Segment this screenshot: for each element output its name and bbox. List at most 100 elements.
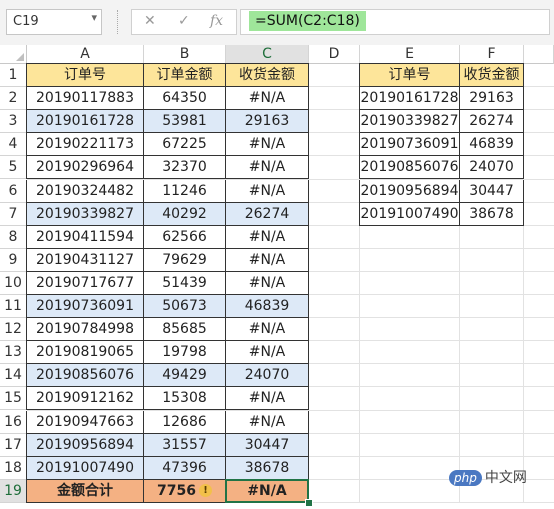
- row-header-18[interactable]: 18: [0, 456, 27, 480]
- table2-received-cell[interactable]: 24070: [460, 156, 524, 180]
- column-header-c[interactable]: C: [226, 45, 309, 64]
- row-header-10[interactable]: 10: [0, 271, 27, 295]
- row-header-16[interactable]: 16: [0, 410, 27, 434]
- table1-order-cell[interactable]: 20190717677: [26, 271, 144, 295]
- table1-amount-cell[interactable]: 50673: [144, 295, 226, 319]
- table2-received-cell[interactable]: 29163: [460, 87, 524, 111]
- row-header-9[interactable]: 9: [0, 248, 27, 272]
- table1-received-cell[interactable]: #N/A: [226, 410, 309, 434]
- table1-received-cell[interactable]: #N/A: [226, 133, 309, 157]
- table1-received-cell[interactable]: #N/A: [226, 341, 309, 365]
- row-header-5[interactable]: 5: [0, 156, 27, 180]
- table1-header-cell[interactable]: 订单金额: [144, 63, 226, 88]
- table1-order-cell[interactable]: 20190431127: [26, 248, 144, 272]
- table2-order-cell[interactable]: 20190736091: [359, 133, 460, 157]
- table1-received-cell[interactable]: #N/A: [226, 225, 309, 249]
- table1-order-cell[interactable]: 20190956894: [26, 433, 144, 457]
- table1-order-cell[interactable]: 20190117883: [26, 87, 144, 111]
- table1-order-cell[interactable]: 20190784998: [26, 318, 144, 342]
- table1-received-cell[interactable]: 24070: [226, 364, 309, 388]
- chevron-down-icon[interactable]: ▾: [91, 11, 97, 24]
- row-header-1[interactable]: 1: [0, 64, 27, 88]
- row-header-12[interactable]: 12: [0, 318, 27, 342]
- table1-amount-cell[interactable]: 32370: [144, 156, 226, 180]
- formula-input[interactable]: =SUM(C2:C18): [240, 9, 550, 35]
- table1-amount-cell[interactable]: 19798: [144, 341, 226, 365]
- enter-icon[interactable]: ✓: [178, 13, 190, 29]
- insert-function-icon[interactable]: fx: [210, 13, 223, 29]
- row-header-14[interactable]: 14: [0, 364, 27, 388]
- table1-order-cell[interactable]: 20190947663: [26, 410, 144, 434]
- table1-amount-cell[interactable]: 15308: [144, 387, 226, 411]
- table1-amount-cell[interactable]: 67225: [144, 133, 226, 157]
- column-header-d[interactable]: D: [309, 45, 360, 64]
- table1-order-cell[interactable]: 20190411594: [26, 225, 144, 249]
- table2-received-cell[interactable]: 26274: [460, 110, 524, 134]
- row-header-3[interactable]: 3: [0, 110, 27, 134]
- row-header-15[interactable]: 15: [0, 387, 27, 411]
- table1-amount-cell[interactable]: 85685: [144, 318, 226, 342]
- table1-received-cell[interactable]: 26274: [226, 202, 309, 226]
- table1-order-cell[interactable]: 20190296964: [26, 156, 144, 180]
- table1-received-cell[interactable]: #N/A: [226, 387, 309, 411]
- name-box[interactable]: C19 ▾: [6, 9, 102, 35]
- table2-received-cell[interactable]: 46839: [460, 133, 524, 157]
- total-label-cell[interactable]: 金额合计: [26, 479, 144, 503]
- table1-received-cell[interactable]: #N/A: [226, 248, 309, 272]
- table1-amount-cell[interactable]: 53981: [144, 110, 226, 134]
- table1-amount-cell[interactable]: 62566: [144, 225, 226, 249]
- table1-order-cell[interactable]: 20190736091: [26, 295, 144, 319]
- table2-order-cell[interactable]: 20190856076: [359, 156, 460, 180]
- table1-amount-cell[interactable]: 40292: [144, 202, 226, 226]
- table1-order-cell[interactable]: 20191007490: [26, 456, 144, 480]
- select-all-corner[interactable]: [0, 45, 27, 64]
- table1-amount-cell[interactable]: 11246: [144, 179, 226, 203]
- table1-order-cell[interactable]: 20190856076: [26, 364, 144, 388]
- table1-received-cell[interactable]: 46839: [226, 295, 309, 319]
- row-header-13[interactable]: 13: [0, 341, 27, 365]
- table1-received-cell[interactable]: #N/A: [226, 318, 309, 342]
- table2-received-cell[interactable]: 38678: [460, 202, 524, 226]
- column-header-e[interactable]: E: [360, 45, 460, 64]
- table1-amount-cell[interactable]: 64350: [144, 87, 226, 111]
- table1-order-cell[interactable]: 20190339827: [26, 202, 144, 226]
- table2-order-cell[interactable]: 20190956894: [359, 179, 460, 203]
- row-header-7[interactable]: 7: [0, 202, 27, 226]
- table1-received-cell[interactable]: #N/A: [226, 87, 309, 111]
- table1-received-cell[interactable]: 29163: [226, 110, 309, 134]
- column-header-b[interactable]: B: [144, 45, 226, 64]
- table1-header-cell[interactable]: 收货金额: [226, 63, 309, 88]
- table1-amount-cell[interactable]: 49429: [144, 364, 226, 388]
- table2-order-cell[interactable]: 20190161728: [359, 87, 460, 111]
- column-header-a[interactable]: A: [27, 45, 144, 64]
- row-header-19[interactable]: 19: [0, 479, 27, 503]
- row-header-6[interactable]: 6: [0, 179, 27, 203]
- table1-amount-cell[interactable]: 79629: [144, 248, 226, 272]
- table1-received-cell[interactable]: #N/A: [226, 271, 309, 295]
- row-header-8[interactable]: 8: [0, 225, 27, 249]
- table1-received-cell[interactable]: 38678: [226, 456, 309, 480]
- row-header-2[interactable]: 2: [0, 87, 27, 111]
- table2-header-cell[interactable]: 订单号: [359, 63, 460, 88]
- total-amount-cell[interactable]: 7756!: [144, 479, 226, 503]
- table1-amount-cell[interactable]: 12686: [144, 410, 226, 434]
- table1-order-cell[interactable]: 20190161728: [26, 110, 144, 134]
- fill-handle[interactable]: [305, 498, 313, 507]
- column-header-f[interactable]: F: [460, 45, 524, 64]
- table1-amount-cell[interactable]: 31557: [144, 433, 226, 457]
- table1-amount-cell[interactable]: 51439: [144, 271, 226, 295]
- row-header-17[interactable]: 17: [0, 433, 27, 457]
- table2-received-cell[interactable]: 30447: [460, 179, 524, 203]
- cancel-icon[interactable]: ✕: [144, 13, 156, 29]
- table2-order-cell[interactable]: 20191007490: [359, 202, 460, 226]
- warning-icon[interactable]: !: [198, 484, 212, 498]
- table1-order-cell[interactable]: 20190221173: [26, 133, 144, 157]
- table1-order-cell[interactable]: 20190324482: [26, 179, 144, 203]
- total-received-cell[interactable]: #N/A: [226, 479, 309, 503]
- row-header-4[interactable]: 4: [0, 133, 27, 157]
- table1-header-cell[interactable]: 订单号: [26, 63, 144, 88]
- table1-order-cell[interactable]: 20190912162: [26, 387, 144, 411]
- row-header-11[interactable]: 11: [0, 295, 27, 319]
- table1-received-cell[interactable]: 30447: [226, 433, 309, 457]
- table1-received-cell[interactable]: #N/A: [226, 179, 309, 203]
